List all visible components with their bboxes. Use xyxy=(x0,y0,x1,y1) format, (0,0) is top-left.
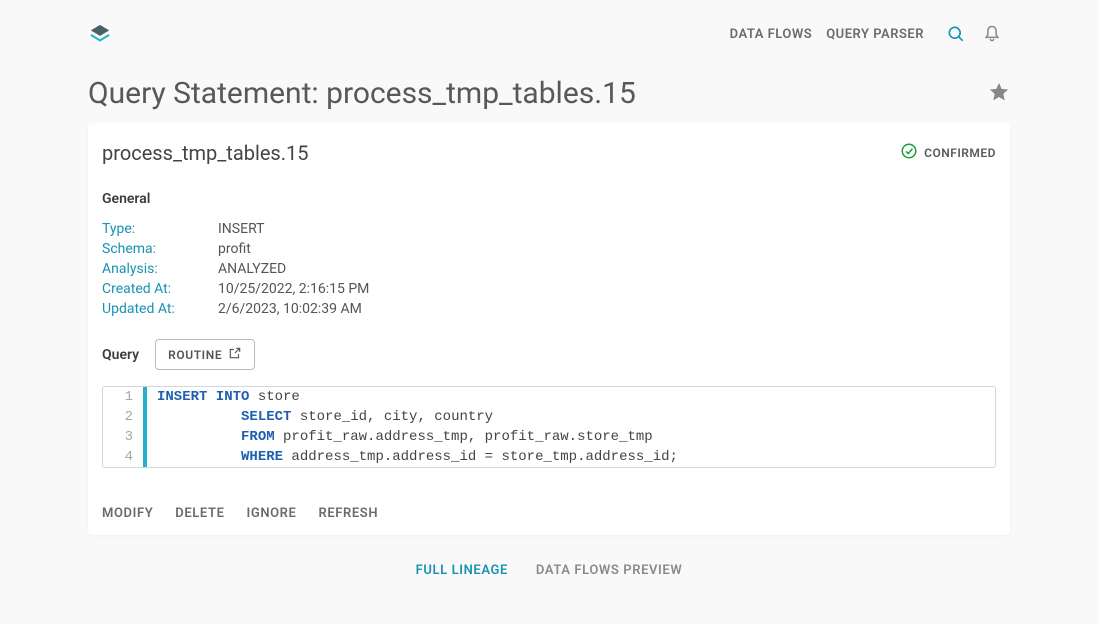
label-schema: Schema: xyxy=(102,241,218,257)
gutter-bar xyxy=(143,387,147,407)
delete-button[interactable]: DELETE xyxy=(175,506,224,521)
tab-full-lineage[interactable]: FULL LINEAGE xyxy=(416,563,508,578)
value-created: 10/25/2022, 2:16:15 PM xyxy=(218,281,369,297)
page-title: Query Statement: process_tmp_tables.15 xyxy=(88,76,988,111)
top-nav: DATA FLOWS QUERY PARSER xyxy=(0,0,1098,56)
label-created: Created At: xyxy=(102,281,218,297)
gutter-bar xyxy=(143,407,147,427)
value-type: INSERT xyxy=(218,221,265,237)
line-number: 1 xyxy=(103,389,143,405)
tab-data-flows-preview[interactable]: DATA FLOWS PREVIEW xyxy=(536,563,682,578)
code-text: WHERE address_tmp.address_id = store_tmp… xyxy=(157,447,678,467)
bottom-tabs: FULL LINEAGE DATA FLOWS PREVIEW xyxy=(88,555,1010,578)
gutter-bar xyxy=(143,447,147,467)
code-line: 1 INSERT INTO store xyxy=(103,387,995,407)
check-circle-icon xyxy=(900,142,918,164)
bell-icon[interactable] xyxy=(974,16,1010,52)
kv-type: Type: INSERT xyxy=(102,219,996,239)
action-bar: MODIFY DELETE IGNORE REFRESH xyxy=(88,492,1010,535)
status-badge: CONFIRMED xyxy=(900,142,996,164)
code-text: INSERT INTO store xyxy=(157,387,300,407)
kv-updated: Updated At: 2/6/2023, 10:02:39 AM xyxy=(102,299,996,319)
line-number: 2 xyxy=(103,409,143,425)
nav-data-flows[interactable]: DATA FLOWS xyxy=(730,27,813,42)
kv-analysis: Analysis: ANALYZED xyxy=(102,259,996,279)
value-analysis: ANALYZED xyxy=(218,261,286,277)
label-type: Type: xyxy=(102,221,218,237)
modify-button[interactable]: MODIFY xyxy=(102,506,153,521)
query-header: Query ROUTINE xyxy=(88,323,1010,380)
routine-button-label: ROUTINE xyxy=(168,348,222,362)
routine-button[interactable]: ROUTINE xyxy=(155,339,255,370)
code-text: SELECT store_id, city, country xyxy=(157,407,493,427)
kv-schema: Schema: profit xyxy=(102,239,996,259)
status-text: CONFIRMED xyxy=(924,146,996,160)
general-heading: General xyxy=(102,191,996,207)
general-section: General Type: INSERT Schema: profit Anal… xyxy=(88,173,1010,323)
query-heading: Query xyxy=(102,347,139,363)
label-analysis: Analysis: xyxy=(102,261,218,277)
code-line: 3 FROM profit_raw.address_tmp, profit_ra… xyxy=(103,427,995,447)
app-logo[interactable] xyxy=(88,22,112,46)
title-bar: Query Statement: process_tmp_tables.15 xyxy=(0,56,1098,123)
value-updated: 2/6/2023, 10:02:39 AM xyxy=(218,301,362,317)
refresh-button[interactable]: REFRESH xyxy=(318,506,378,521)
kv-created: Created At: 10/25/2022, 2:16:15 PM xyxy=(102,279,996,299)
ignore-button[interactable]: IGNORE xyxy=(247,506,297,521)
card-subtitle: process_tmp_tables.15 xyxy=(102,141,900,165)
code-line: 2 SELECT store_id, city, country xyxy=(103,407,995,427)
detail-card: process_tmp_tables.15 CONFIRMED General … xyxy=(88,123,1010,535)
star-icon[interactable] xyxy=(988,81,1010,107)
code-text: FROM profit_raw.address_tmp, profit_raw.… xyxy=(157,427,653,447)
gutter-bar xyxy=(143,427,147,447)
code-line: 4 WHERE address_tmp.address_id = store_t… xyxy=(103,447,995,467)
value-schema: profit xyxy=(218,241,251,257)
line-number: 4 xyxy=(103,449,143,465)
line-number: 3 xyxy=(103,429,143,445)
nav-query-parser[interactable]: QUERY PARSER xyxy=(826,27,924,42)
query-code: 1INSERT INTO store2 SELECT store_id, cit… xyxy=(102,386,996,468)
label-updated: Updated At: xyxy=(102,301,218,317)
search-icon[interactable] xyxy=(938,16,974,52)
open-external-icon xyxy=(228,346,242,363)
